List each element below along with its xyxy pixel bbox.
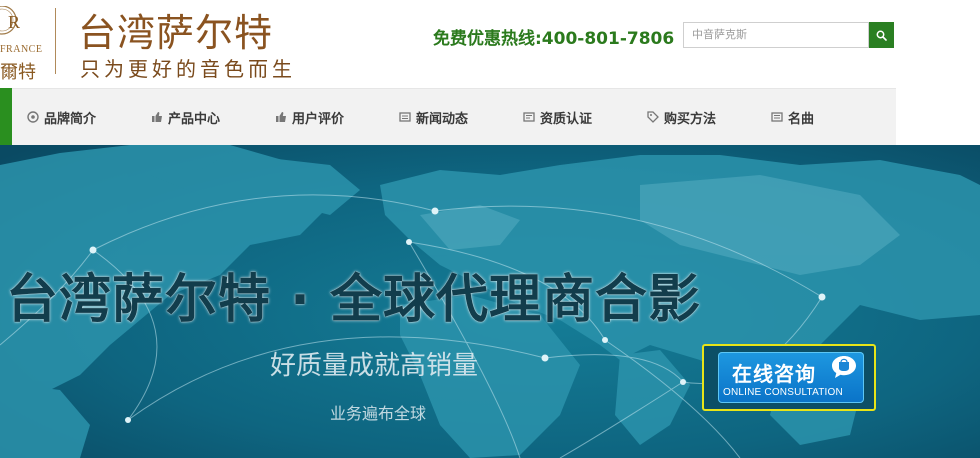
brand-slogan: 只为更好的音色而生 — [80, 57, 296, 81]
nav-item-label: 新闻动态 — [416, 111, 469, 127]
hero-banner[interactable]: 台湾萨尔特 · 全球代理商合影 好质量成就高销量 业务遍布全球 — [0, 145, 980, 458]
online-consultation-button[interactable]: 在线咨询 ONLINE CONSULTATION — [702, 344, 876, 411]
nav-item-label: 产品中心 — [168, 111, 221, 127]
consult-button-face: 在线咨询 ONLINE CONSULTATION — [718, 352, 864, 403]
list-icon — [771, 112, 783, 122]
search-icon — [876, 30, 887, 41]
nav-item-label: 购买方法 — [664, 111, 717, 127]
banner-subtitle: 好质量成就高销量 — [270, 351, 479, 381]
banner-title: 台湾萨尔特 · 全球代理商合影 — [6, 270, 701, 330]
nav-item-label: 品牌简介 — [44, 111, 97, 127]
logo-text: FRANCE — [0, 44, 43, 55]
site-header: R FRANCE 爾特 台湾萨尔特 只为更好的音色而生 免费优惠热线:400-8… — [0, 0, 980, 88]
thumb-icon — [152, 112, 162, 122]
nav-item-certification[interactable]: 资质认证 — [523, 109, 593, 127]
search-input[interactable]: 中音萨克斯 — [683, 22, 869, 48]
brand-name[interactable]: 台湾萨尔特 — [78, 2, 273, 57]
consult-label-en: ONLINE CONSULTATION — [723, 387, 843, 398]
banner-tagline: 业务遍布全球 — [330, 404, 427, 423]
logo-small-brand: 爾特 — [0, 62, 36, 83]
brand-icon — [27, 111, 39, 123]
consult-label-cn: 在线咨询 — [732, 362, 816, 386]
news-icon — [399, 112, 411, 122]
certificate-icon — [523, 112, 535, 122]
logo-divider — [55, 8, 56, 74]
nav-item-brand[interactable]: 品牌简介 — [27, 109, 97, 127]
nav-right-blank — [896, 88, 980, 145]
nav-item-reviews[interactable]: 用户评价 — [275, 109, 345, 127]
tag-icon — [647, 111, 659, 123]
nav-item-label: 资质认证 — [540, 111, 593, 127]
nav-accent-bar — [0, 88, 12, 145]
nav-item-purchase[interactable]: 购买方法 — [647, 109, 717, 127]
chat-bubble-icon — [832, 356, 856, 378]
nav-item-songs[interactable]: 名曲 — [771, 109, 815, 127]
nav-item-label: 用户评价 — [292, 111, 345, 127]
thumb-icon — [276, 112, 286, 122]
search-button[interactable] — [869, 22, 894, 48]
nav-item-products[interactable]: 产品中心 — [151, 109, 221, 127]
logo-emblem-icon[interactable]: R — [0, 6, 40, 38]
nav-item-label: 名曲 — [788, 111, 815, 127]
svg-text:R: R — [8, 12, 20, 32]
hotline-text: 免费优惠热线:400-801-7806 — [433, 29, 675, 49]
nav-item-news[interactable]: 新闻动态 — [399, 109, 469, 127]
